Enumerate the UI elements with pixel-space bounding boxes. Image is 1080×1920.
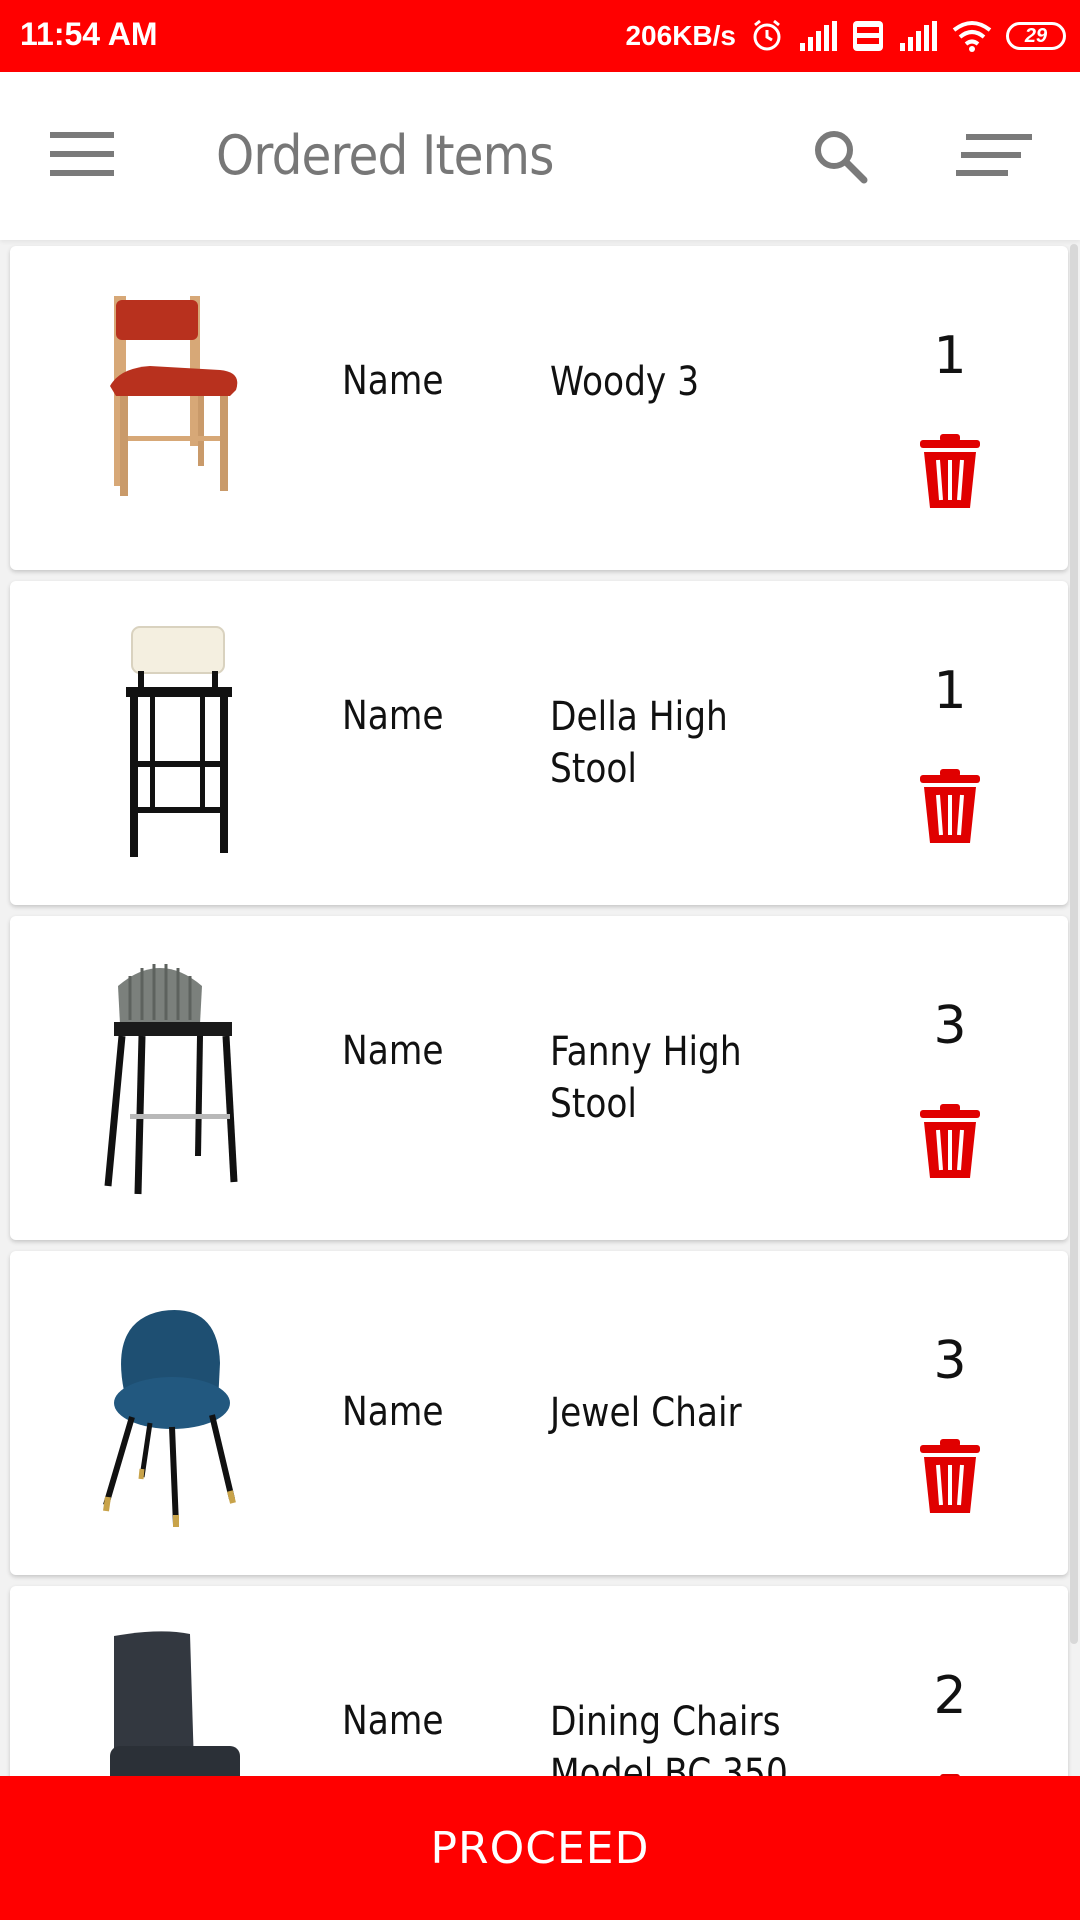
item-name: Woody 3 xyxy=(550,359,700,405)
item-quantity: 3 xyxy=(933,996,967,1056)
product-image xyxy=(103,1310,236,1527)
item-name: Fanny High Stool xyxy=(550,1029,742,1127)
delete-icon[interactable] xyxy=(916,434,984,510)
signal-icon xyxy=(900,21,937,51)
item-quantity: 1 xyxy=(933,661,967,721)
item-label: Name xyxy=(342,358,444,404)
list-item[interactable]: Name Fanny High Stool 3 xyxy=(10,916,1068,1240)
item-name: Della High Stool xyxy=(550,694,728,792)
item-label: Name xyxy=(342,1389,444,1435)
product-image xyxy=(126,626,232,857)
delete-icon[interactable] xyxy=(916,769,984,845)
product-image xyxy=(104,964,238,1195)
app-toolbar: Ordered Items xyxy=(0,72,1080,240)
sort-icon[interactable] xyxy=(956,134,1032,182)
status-time: 11:54 AM xyxy=(20,16,158,52)
delete-icon[interactable] xyxy=(916,1104,984,1180)
item-label: Name xyxy=(342,693,444,739)
item-quantity: 3 xyxy=(933,1331,967,1391)
battery-level: 29 xyxy=(1024,24,1048,47)
battery-icon: 29 xyxy=(1006,22,1066,50)
alarm-icon xyxy=(753,19,781,51)
list-scrollbar[interactable] xyxy=(1070,244,1078,1644)
wifi-icon xyxy=(952,21,992,52)
status-icons: 206KB/s 29 xyxy=(625,14,1066,58)
item-label: Name xyxy=(342,1698,444,1744)
item-name: Jewel Chair xyxy=(550,1390,742,1436)
proceed-button[interactable]: PROCEED xyxy=(0,1776,1080,1920)
search-icon[interactable] xyxy=(810,126,870,186)
list-item[interactable]: Name Jewel Chair 3 xyxy=(10,1251,1068,1575)
signal-icon xyxy=(800,21,837,51)
list-item[interactable]: Name Della High Stool 1 xyxy=(10,581,1068,905)
item-label: Name xyxy=(342,1028,444,1074)
volte-icon xyxy=(853,21,883,51)
network-speed: 206KB/s xyxy=(625,20,736,51)
status-bar: 11:54 AM 206KB/s 29 xyxy=(0,0,1080,72)
item-quantity: 1 xyxy=(933,326,967,386)
hamburger-menu-icon[interactable] xyxy=(50,132,114,180)
ordered-items-screen: 11:54 AM 206KB/s 29 Ordered Items Name W… xyxy=(0,0,1080,1920)
page-title: Ordered Items xyxy=(216,124,554,187)
item-quantity: 2 xyxy=(933,1666,967,1726)
list-item[interactable]: Name Woody 3 1 xyxy=(10,246,1068,570)
product-image xyxy=(110,296,238,496)
delete-icon[interactable] xyxy=(916,1439,984,1515)
